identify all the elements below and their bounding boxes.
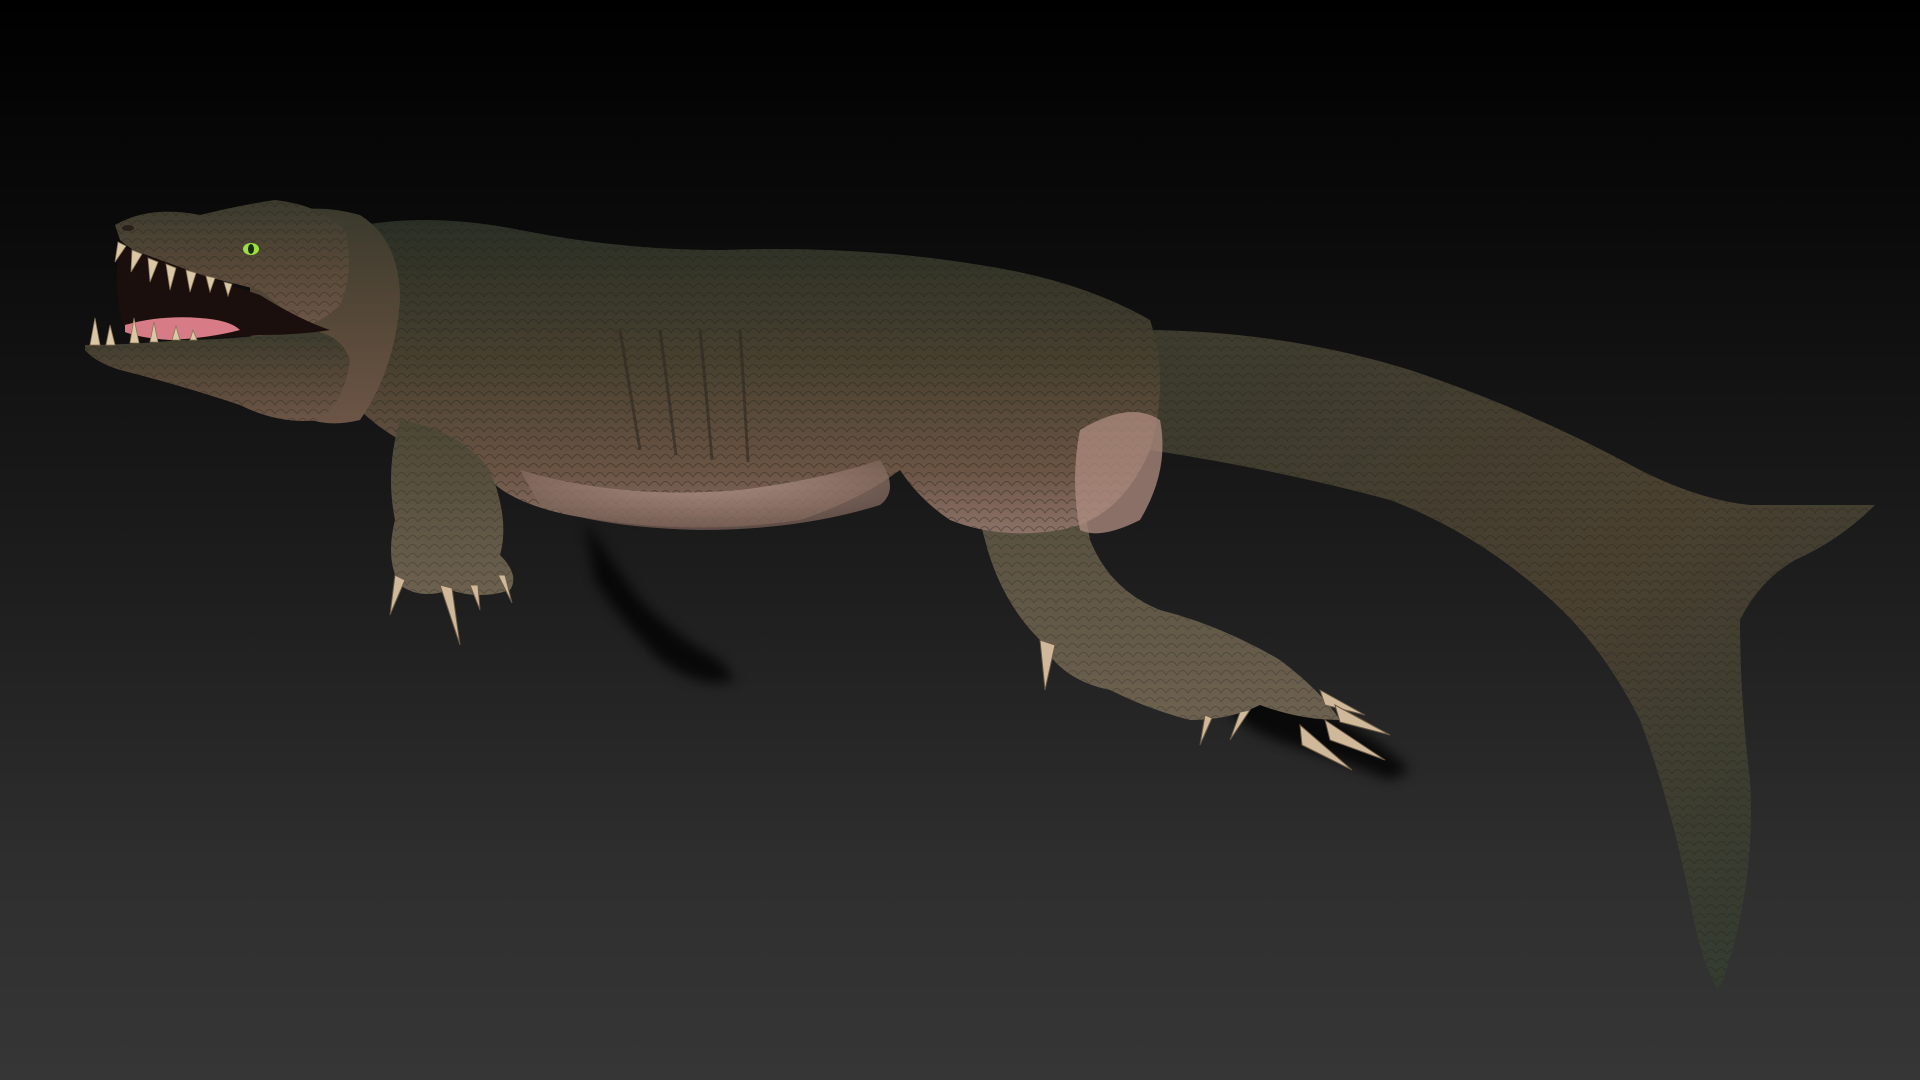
nostril [122,225,134,231]
creature-render [85,200,1875,990]
front-leg-shadow [585,520,735,683]
hip-highlight [1075,412,1163,534]
render-viewport [0,0,1920,1080]
